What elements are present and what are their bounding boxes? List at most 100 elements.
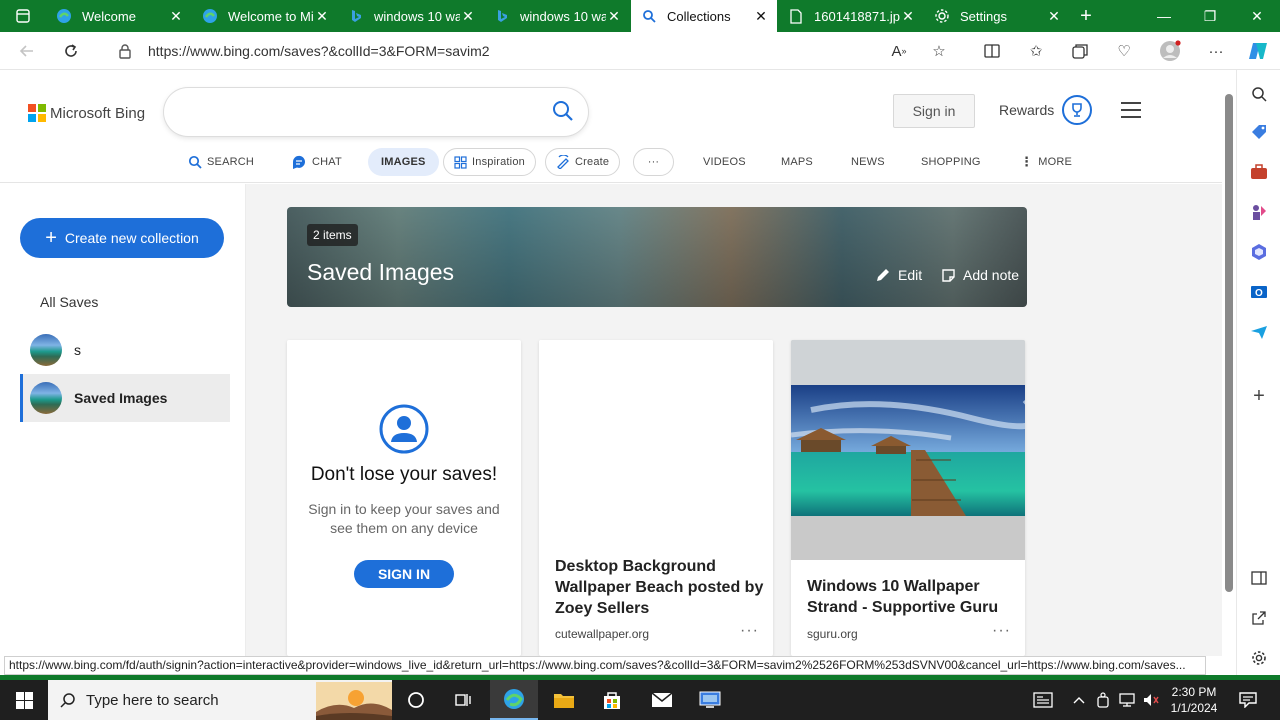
search-input[interactable] [164, 88, 588, 136]
close-window-button[interactable]: ✕ [1234, 0, 1280, 32]
rewards-label[interactable]: Rewards [999, 102, 1054, 118]
hide-sidebar-icon[interactable] [1247, 566, 1271, 590]
task-view-icon[interactable] [440, 680, 488, 720]
tab-actions-icon [15, 8, 31, 24]
tab-close-icon[interactable]: ✕ [314, 8, 330, 25]
meet-now-icon[interactable] [1094, 680, 1112, 720]
scrollbar-thumb[interactable] [1225, 94, 1233, 592]
split-screen-icon[interactable] [978, 38, 1006, 64]
hamburger-menu-icon[interactable] [1121, 102, 1141, 118]
task-view-button[interactable] [392, 680, 440, 720]
browser-essentials-icon[interactable]: ♡ [1110, 38, 1138, 64]
scope-more[interactable]: ⋮ MORE [1020, 148, 1072, 176]
scope-inspiration[interactable]: Inspiration [443, 148, 536, 176]
outlook-icon[interactable]: O [1247, 280, 1271, 304]
sidebar-settings-icon[interactable] [1247, 646, 1271, 670]
saved-image-card[interactable]: Windows 10 Wallpaper Strand - Supportive… [791, 340, 1025, 656]
tab-close-icon[interactable]: ✕ [753, 8, 769, 25]
profile-avatar[interactable] [1156, 38, 1184, 64]
add-sidebar-icon[interactable]: + [1247, 384, 1271, 408]
minimize-button[interactable]: — [1141, 0, 1187, 32]
office-icon[interactable] [1247, 240, 1271, 264]
scope-create[interactable]: Create [545, 148, 621, 176]
store-icon[interactable] [588, 680, 636, 720]
all-saves-link[interactable]: All Saves [40, 294, 98, 310]
scope-news[interactable]: NEWS [851, 148, 885, 176]
restore-button[interactable]: ❐ [1187, 0, 1233, 32]
browser-tab[interactable]: Welcome to Mi ✕ [192, 0, 338, 32]
more-options-icon[interactable]: ··· [992, 622, 1011, 640]
beach-photo[interactable] [791, 340, 1025, 560]
scope-more-tools[interactable]: ··· [633, 148, 674, 176]
edit-button[interactable]: Edit [875, 267, 922, 283]
card-sign-in-button[interactable]: SIGN IN [354, 560, 454, 588]
scope-label: MORE [1038, 156, 1073, 168]
tab-close-icon[interactable]: ✕ [1046, 8, 1062, 25]
collection-item-s[interactable]: s [20, 326, 230, 374]
create-collection-button[interactable]: + Create new collection [20, 218, 224, 258]
tab-close-icon[interactable]: ✕ [900, 8, 916, 25]
tab-close-icon[interactable]: ✕ [606, 8, 622, 25]
scope-videos[interactable]: VIDEOS [703, 148, 746, 176]
tab-close-icon[interactable]: ✕ [460, 8, 476, 25]
external-link-icon[interactable] [1247, 606, 1271, 630]
network-icon[interactable] [1116, 680, 1138, 720]
card-title[interactable]: Windows 10 Wallpaper Strand - Supportive… [807, 576, 1017, 618]
scope-search[interactable]: SEARCH [188, 148, 254, 176]
browser-tab[interactable]: 1601418871.jp ✕ [778, 0, 924, 32]
sidebar-search-icon[interactable] [1247, 82, 1271, 106]
browser-tab-strip: Welcome ✕ Welcome to Mi ✕ windows 10 wa … [0, 0, 1280, 32]
news-widget-icon[interactable] [1030, 680, 1056, 720]
image-placeholder[interactable] [539, 340, 773, 540]
collection-thumbnail [30, 382, 62, 414]
send-icon[interactable] [1247, 320, 1271, 344]
collection-item-saved-images[interactable]: Saved Images [20, 374, 230, 422]
mail-icon[interactable] [638, 680, 686, 720]
browser-tab[interactable]: windows 10 wa ✕ [338, 0, 484, 32]
url-field[interactable]: https://www.bing.com/saves?&collId=3&FOR… [104, 36, 968, 66]
scope-maps[interactable]: MAPS [781, 148, 813, 176]
favorites-icon[interactable]: ✩ [1022, 38, 1050, 64]
show-hidden-icons-chevron[interactable] [1070, 680, 1088, 720]
browser-tab-active[interactable]: Collections ✕ [631, 0, 777, 32]
notification-center-icon[interactable] [1236, 680, 1260, 720]
games-icon[interactable] [1247, 200, 1271, 224]
taskbar-clock[interactable]: 2:30 PM 1/1/2024 [1166, 684, 1222, 716]
tab-actions-button[interactable] [0, 0, 46, 32]
edge-taskbar-icon[interactable] [490, 680, 538, 720]
read-aloud-icon[interactable]: A» [885, 38, 913, 64]
bing-logo[interactable]: Microsoft Bing [28, 104, 145, 122]
card-title[interactable]: Desktop Background Wallpaper Beach poste… [555, 556, 765, 619]
tools-briefcase-icon[interactable] [1247, 160, 1271, 184]
copilot-icon[interactable] [1244, 38, 1272, 64]
remote-desktop-icon[interactable] [686, 680, 734, 720]
back-button[interactable] [12, 37, 42, 65]
more-options-icon[interactable]: ··· [740, 622, 759, 640]
refresh-button[interactable] [56, 37, 86, 65]
new-tab-button[interactable]: + [1072, 0, 1102, 32]
search-icon[interactable] [552, 100, 576, 124]
scope-chat[interactable]: CHAT [291, 148, 342, 176]
browser-tab[interactable]: Welcome ✕ [46, 0, 192, 32]
collection-label: Saved Images [74, 390, 168, 406]
settings-more-icon[interactable]: ··· [1202, 38, 1230, 64]
file-explorer-icon[interactable] [540, 680, 588, 720]
link-status-bar: https://www.bing.com/fd/auth/signin?acti… [4, 656, 1206, 675]
scope-label: IMAGES [381, 156, 426, 168]
favorite-star-icon[interactable]: ☆ [925, 38, 953, 64]
add-note-button[interactable]: Add note [941, 267, 1019, 283]
scope-images[interactable]: IMAGES [368, 148, 439, 176]
rewards-trophy-icon[interactable] [1062, 95, 1092, 125]
header-sign-in-button[interactable]: Sign in [893, 94, 975, 128]
browser-tab[interactable]: Settings ✕ [924, 0, 1070, 32]
collections-icon[interactable] [1066, 38, 1094, 64]
saved-image-card[interactable]: Desktop Background Wallpaper Beach poste… [539, 340, 773, 656]
tab-close-icon[interactable]: ✕ [168, 8, 184, 25]
taskbar-search-box[interactable]: Type here to search [48, 680, 392, 720]
scope-shopping[interactable]: SHOPPING [921, 148, 981, 176]
shopping-tag-icon[interactable] [1247, 120, 1271, 144]
volume-muted-icon[interactable] [1140, 680, 1162, 720]
lock-icon[interactable] [118, 43, 132, 64]
browser-tab[interactable]: windows 10 wa ✕ [484, 0, 630, 32]
start-button[interactable] [0, 680, 48, 720]
